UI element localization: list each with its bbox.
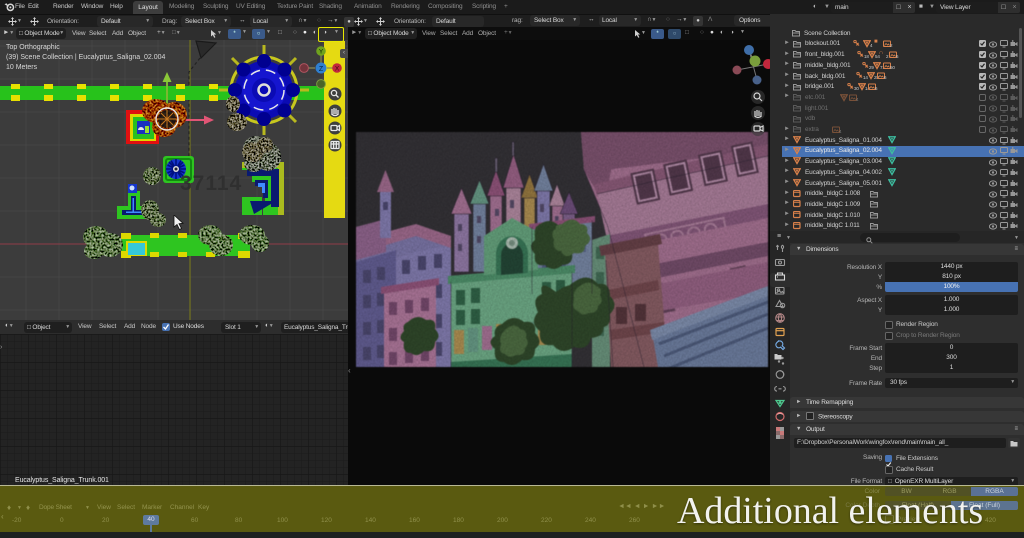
svg-text:X: X bbox=[335, 66, 340, 73]
svg-text:Y: Y bbox=[319, 49, 324, 56]
svg-text:Z: Z bbox=[319, 66, 324, 73]
